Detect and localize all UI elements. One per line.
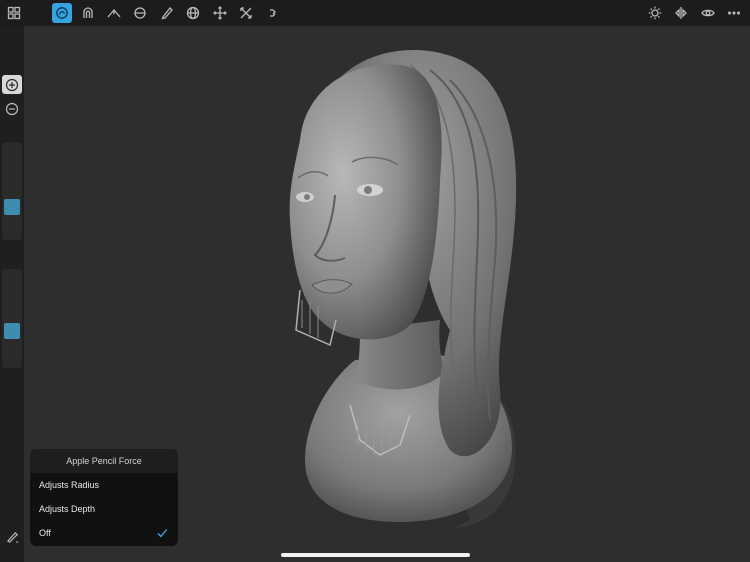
view-eye-icon[interactable] (698, 3, 718, 23)
clay-brush-icon[interactable] (52, 3, 72, 23)
left-sidebar (0, 26, 24, 562)
radius-slider-thumb[interactable] (4, 199, 20, 216)
pencil-draw-icon[interactable] (157, 3, 177, 23)
more-tools-icon[interactable] (262, 3, 282, 23)
checkmark-icon (156, 527, 168, 539)
menu-item-label: Adjusts Depth (39, 504, 96, 514)
lighting-icon[interactable] (645, 3, 665, 23)
top-toolbar (0, 0, 750, 26)
popover-title: Apple Pencil Force (30, 449, 178, 473)
menu-item-adjusts-radius[interactable]: Adjusts Radius (30, 473, 178, 497)
symmetry-icon[interactable] (671, 3, 691, 23)
transform-icon[interactable] (236, 3, 256, 23)
more-options-icon[interactable] (724, 3, 744, 23)
sphere-icon[interactable] (183, 3, 203, 23)
menu-item-adjusts-depth[interactable]: Adjusts Depth (30, 497, 178, 521)
menu-item-label: Adjusts Radius (39, 480, 100, 490)
home-indicator[interactable] (281, 553, 470, 557)
move-icon[interactable] (210, 3, 230, 23)
grid-menu-icon[interactable] (4, 3, 24, 23)
apple-pencil-force-menu: Apple Pencil Force Adjusts Radius Adjust… (30, 449, 178, 546)
intensity-slider-thumb[interactable] (4, 322, 20, 339)
plus-circle-icon[interactable] (2, 75, 22, 94)
intensity-slider[interactable] (2, 269, 22, 368)
pencil-settings-icon[interactable] (4, 528, 20, 544)
menu-item-label: Off (39, 528, 51, 538)
minus-circle-icon[interactable] (2, 99, 22, 118)
crease-icon[interactable] (104, 3, 124, 23)
menu-item-off[interactable]: Off (30, 521, 178, 545)
radius-slider[interactable] (2, 142, 22, 240)
sculpting-app: Apple Pencil Force Adjusts Radius Adjust… (0, 0, 750, 562)
flatten-icon[interactable] (130, 3, 150, 23)
magnet-icon[interactable] (78, 3, 98, 23)
